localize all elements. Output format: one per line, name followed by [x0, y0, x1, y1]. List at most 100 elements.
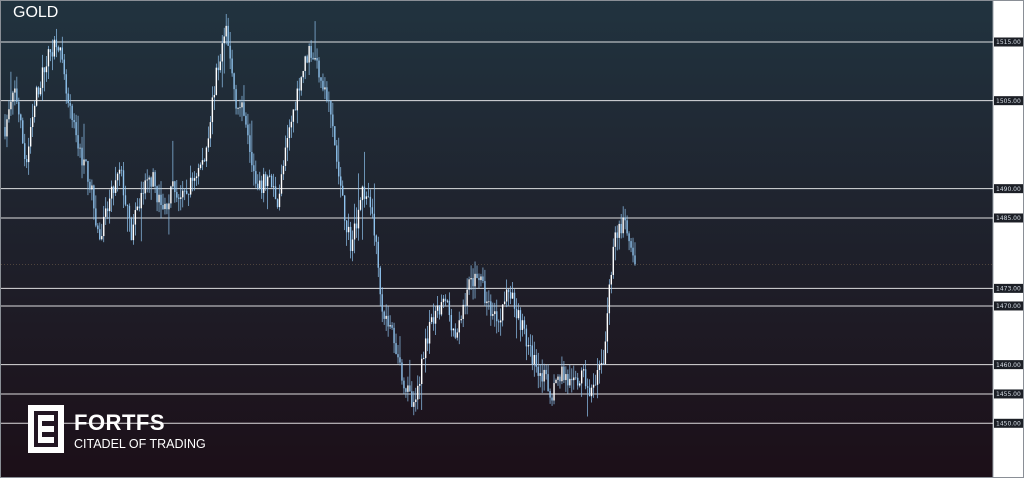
- candle-body: [458, 320, 460, 333]
- candle-body: [389, 325, 391, 327]
- candle-body: [318, 60, 320, 78]
- candle-body: [545, 369, 547, 375]
- candle-body: [604, 341, 607, 365]
- candle-body: [405, 388, 407, 392]
- candle-body: [460, 319, 462, 321]
- candle-body: [480, 276, 482, 281]
- candle-body: [588, 387, 591, 397]
- candle-body: [29, 127, 32, 147]
- candle-body: [197, 168, 200, 177]
- candle-body: [421, 358, 423, 385]
- candle-body: [468, 279, 470, 290]
- candle-body: [239, 107, 241, 109]
- candle-body: [565, 374, 567, 381]
- candle-body: [464, 304, 466, 306]
- candle-body: [71, 105, 73, 121]
- level-label: 1450.00: [996, 420, 1021, 427]
- candle-body: [355, 223, 358, 229]
- candle-body: [178, 197, 180, 199]
- candle-body: [373, 213, 376, 236]
- candle-body: [16, 88, 18, 102]
- candle-body: [507, 289, 510, 293]
- candle-body: [103, 216, 105, 237]
- fortfs-logo-icon: [28, 405, 64, 453]
- candle-body: [383, 311, 385, 319]
- level-label: 1473.00: [996, 286, 1021, 293]
- candle-body: [63, 59, 65, 75]
- candle-body: [24, 143, 26, 160]
- candle-body: [132, 224, 135, 241]
- candle-body: [365, 196, 368, 199]
- candle-body: [235, 89, 237, 109]
- candle-body: [555, 379, 557, 384]
- candle-body: [286, 138, 289, 148]
- candle-body: [312, 57, 314, 60]
- candle-body: [501, 304, 504, 321]
- candle-body: [345, 220, 348, 233]
- candle-body: [221, 43, 223, 62]
- candle-body: [168, 203, 170, 210]
- candle-body: [320, 77, 322, 81]
- candle-body: [577, 377, 579, 386]
- candle-body: [296, 88, 298, 111]
- candle-body: [20, 114, 22, 121]
- candle-body: [395, 343, 397, 355]
- candle-body: [393, 327, 395, 344]
- brand-name: FORTFS: [74, 410, 165, 435]
- candle-body: [174, 181, 176, 193]
- candle-body: [247, 124, 249, 136]
- candle-body: [243, 102, 245, 116]
- candle-body: [217, 67, 219, 71]
- candle-body: [126, 204, 129, 206]
- candle-body: [343, 195, 346, 221]
- candle-body: [616, 232, 618, 238]
- candle-body: [330, 100, 332, 115]
- candle-body: [630, 241, 632, 248]
- candle-body: [185, 190, 188, 194]
- candle-body: [172, 181, 174, 187]
- candle-body: [446, 300, 449, 302]
- candle-body: [69, 103, 71, 106]
- candle-body: [486, 301, 488, 304]
- candle-body: [403, 380, 405, 389]
- candle-body: [426, 338, 429, 344]
- candle-body: [122, 170, 125, 196]
- candle-body: [57, 47, 60, 51]
- candle-body: [353, 223, 356, 240]
- candle-body: [618, 223, 620, 238]
- candle-body: [87, 160, 89, 182]
- candle-body: [338, 161, 340, 177]
- candle-body: [193, 178, 196, 181]
- candle-body: [326, 87, 328, 101]
- candle-body: [407, 385, 409, 392]
- candle-body: [515, 308, 518, 319]
- candle-body: [324, 87, 326, 90]
- candle-body: [573, 377, 575, 381]
- candle-body: [302, 71, 304, 78]
- level-label: 1470.00: [996, 303, 1021, 310]
- candle-body: [415, 399, 417, 403]
- candle-body: [91, 185, 93, 190]
- candle-body: [288, 127, 291, 139]
- candle-body: [387, 315, 389, 327]
- candle-body: [227, 25, 229, 46]
- candle-body: [128, 205, 131, 219]
- candle-body: [93, 185, 95, 209]
- candle-body: [336, 145, 338, 162]
- candle-body: [551, 397, 553, 401]
- candle-body: [456, 332, 458, 338]
- candle-body: [549, 390, 551, 398]
- candle-body: [134, 210, 137, 225]
- candle-body: [434, 310, 437, 324]
- candle-body: [452, 328, 455, 331]
- candle-body: [409, 385, 411, 392]
- candle-body: [154, 172, 156, 187]
- candle-body: [47, 49, 50, 67]
- candle-body: [314, 57, 316, 60]
- candle-body: [213, 94, 216, 98]
- candle-body: [349, 226, 352, 251]
- candle-body: [440, 302, 443, 315]
- candle-body: [195, 176, 198, 179]
- candle-body: [498, 321, 500, 323]
- candle-body: [340, 176, 342, 186]
